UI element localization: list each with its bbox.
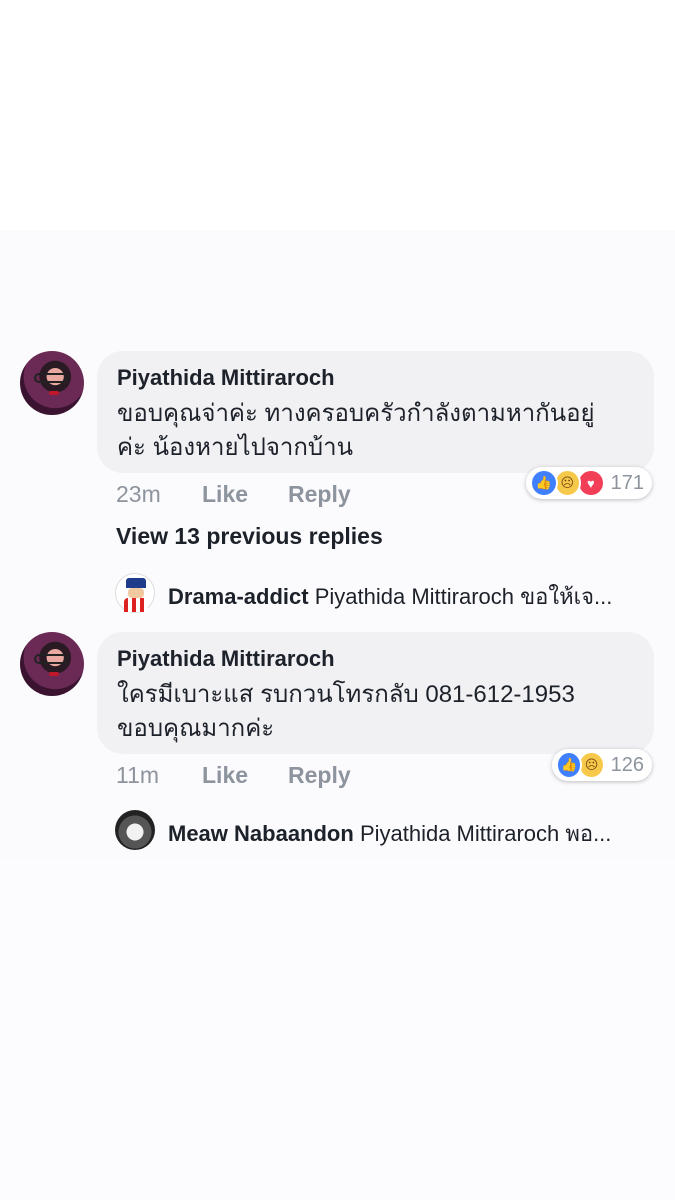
love-icon: ♥ — [577, 469, 605, 497]
like-icon: 👍 — [556, 751, 583, 779]
like-button[interactable]: Like — [202, 481, 248, 508]
comment-text: ขอบคุณจ่าค่ะ ทางครอบครัวกำลังตามหากันอยู… — [117, 397, 634, 465]
avatar[interactable] — [20, 632, 84, 696]
reply-author[interactable]: Meaw Nabaandon — [168, 821, 354, 846]
sad-icon: ☹ — [553, 469, 582, 497]
avatar-hat — [126, 578, 146, 588]
avatar-body — [124, 598, 148, 612]
avatar-lips — [49, 391, 59, 395]
avatar-face — [128, 588, 144, 598]
reaction-count: 171 — [610, 471, 645, 494]
comment-bubble: Piyathida Mittiraroch ขอบคุณจ่าค่ะ ทางคร… — [97, 351, 654, 473]
view-previous-replies-link[interactable]: View 13 previous replies — [116, 523, 383, 550]
reply-button[interactable]: Reply — [288, 481, 351, 508]
sad-icon: ☹ — [578, 751, 605, 779]
comment-author[interactable]: Piyathida Mittiraroch — [117, 646, 634, 672]
reaction-summary[interactable]: 👍 ☹ ♥ 171 — [526, 467, 652, 499]
reply-preview-text: Meaw Nabaandon Piyathida Mittiraroch พอ.… — [168, 816, 648, 851]
reply-preview[interactable]: Drama-addict Piyathida Mittiraroch ขอให้… — [115, 573, 655, 613]
avatar-lips — [49, 672, 59, 676]
reply-button[interactable]: Reply — [288, 762, 351, 789]
reaction-count: 126 — [610, 753, 644, 776]
reply-preview-text: Drama-addict Piyathida Mittiraroch ขอให้… — [168, 579, 648, 614]
comment-text-line: ใครมีเบาะแส รบกวนโทรกลับ 081-612-1953 — [117, 681, 575, 708]
top-blank-area — [0, 0, 675, 230]
comment-time[interactable]: 23m — [116, 481, 161, 508]
reaction-summary[interactable]: 👍 ☹ 126 — [552, 749, 652, 781]
like-icon: 👍 — [530, 469, 558, 497]
reply-preview[interactable]: Meaw Nabaandon Piyathida Mittiraroch พอ.… — [115, 810, 655, 850]
avatar[interactable] — [115, 573, 155, 613]
avatar-glasses — [34, 654, 68, 664]
comment-bubble: Piyathida Mittiraroch ใครมีเบาะแส รบกวนโ… — [97, 632, 654, 754]
comment-text-line: ขอบคุณมากค่ะ — [117, 715, 275, 742]
comment-text: ใครมีเบาะแส รบกวนโทรกลับ 081-612-1953 ขอ… — [117, 678, 634, 746]
reply-author[interactable]: Drama-addict — [168, 584, 309, 609]
avatar-glasses — [34, 373, 68, 383]
comment-text-line: ค่ะ น้องหายไปจากบ้าน — [117, 434, 354, 461]
reply-message: Piyathida Mittiraroch พอ... — [359, 821, 612, 846]
like-button[interactable]: Like — [202, 762, 248, 789]
comment-time[interactable]: 11m — [116, 762, 159, 789]
comment-text-line: ขอบคุณจ่าค่ะ ทางครอบครัวกำลังตามหากันอยู… — [117, 400, 595, 427]
bottom-blank-area — [0, 860, 675, 1200]
comment-author[interactable]: Piyathida Mittiraroch — [117, 365, 634, 391]
reply-message: Piyathida Mittiraroch ขอให้เจ... — [314, 584, 613, 609]
avatar[interactable] — [20, 351, 84, 415]
avatar[interactable] — [115, 810, 155, 850]
